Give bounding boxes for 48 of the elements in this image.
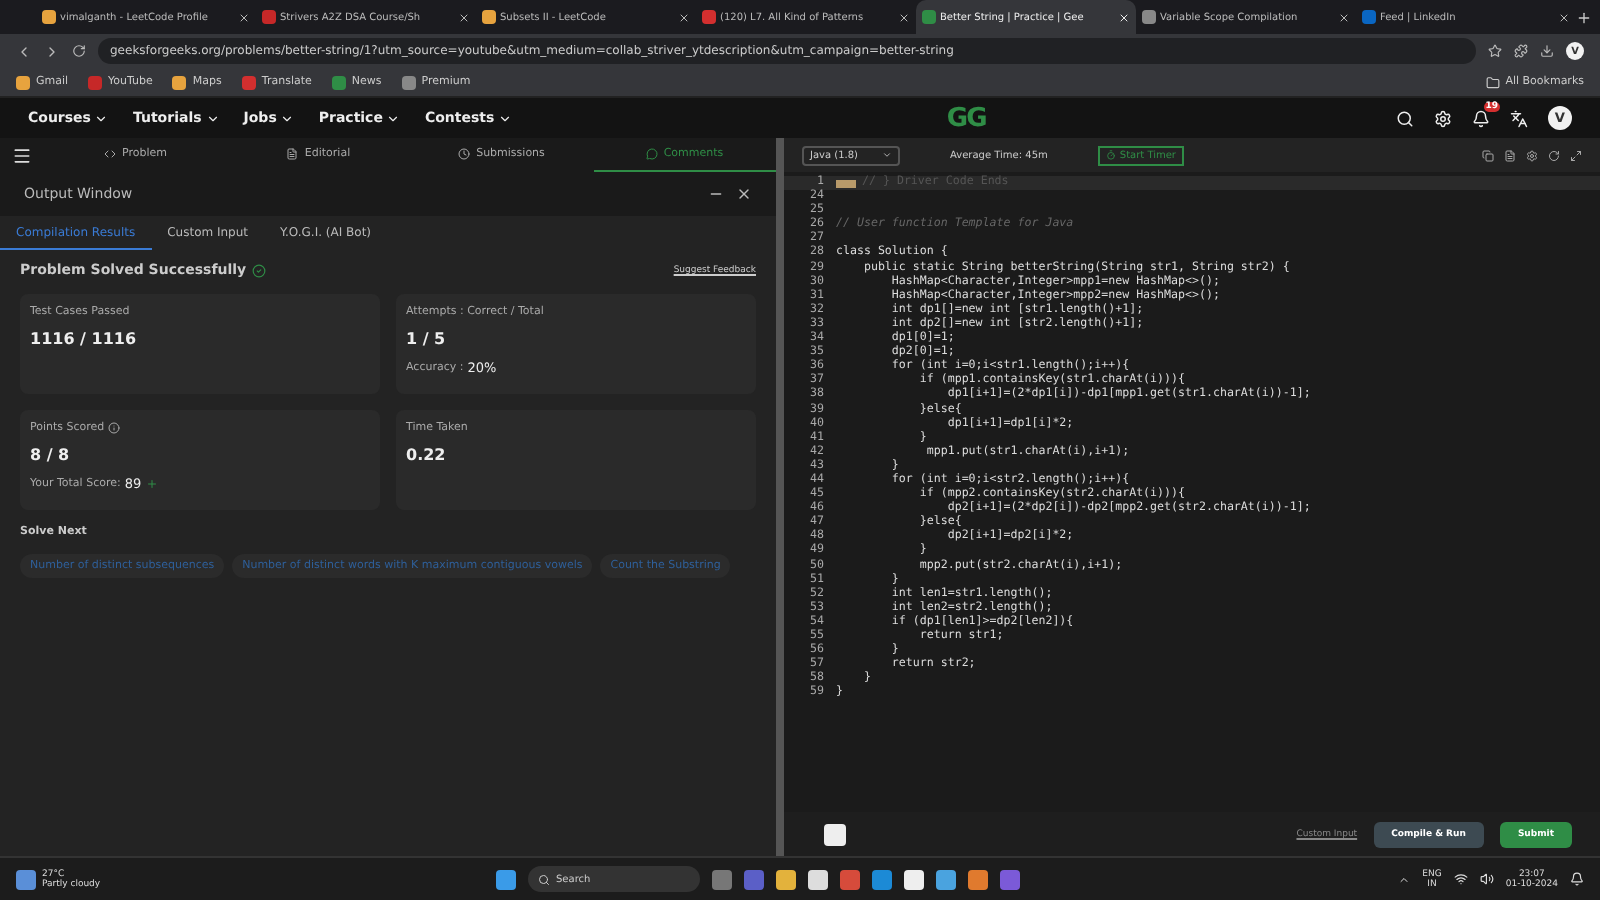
caret-icon: [94, 111, 109, 125]
caret-icon: [205, 111, 220, 125]
check-icon: [252, 263, 267, 277]
close-icon[interactable]: [736, 186, 752, 202]
copy-icon[interactable]: [1482, 149, 1494, 161]
menu-icon[interactable]: [12, 145, 32, 165]
new-tab-icon[interactable]: [1576, 9, 1592, 25]
close-icon[interactable]: [898, 11, 910, 23]
settings-icon[interactable]: [1526, 149, 1538, 161]
folder-icon: [1485, 75, 1500, 89]
bell-icon[interactable]: [1570, 872, 1584, 886]
caret-icon: [882, 150, 893, 160]
close-icon[interactable]: [1558, 11, 1570, 23]
stopwatch-icon: [1105, 150, 1116, 160]
file-icon[interactable]: [1504, 149, 1516, 161]
document-icon: [286, 148, 299, 160]
chat-bubble-icon: [645, 148, 658, 160]
close-icon[interactable]: [238, 11, 250, 23]
square-icon[interactable]: [824, 823, 846, 845]
reset-icon[interactable]: [1548, 149, 1560, 161]
search-icon: [538, 873, 550, 885]
forward-icon[interactable]: [44, 43, 60, 59]
search-icon[interactable]: [1395, 109, 1414, 127]
stat-value: 0.22: [406, 446, 448, 464]
stat-value: 8 / 8: [30, 446, 72, 464]
close-icon[interactable]: [458, 11, 470, 23]
star-icon[interactable]: [1488, 44, 1502, 58]
translate-icon[interactable]: [1509, 109, 1528, 127]
download-icon[interactable]: [1540, 44, 1554, 58]
caret-icon: [386, 111, 401, 125]
close-icon[interactable]: [1338, 11, 1350, 23]
reload-icon[interactable]: [72, 44, 86, 58]
clock-icon: [458, 148, 471, 160]
chevron-icon[interactable]: [1398, 873, 1411, 885]
caret-icon: [280, 111, 295, 125]
puzzle-icon[interactable]: [1514, 44, 1528, 58]
stat-value: 1116 / 1116: [30, 330, 139, 348]
site-logo[interactable]: GG: [946, 103, 986, 133]
gear-icon[interactable]: [1433, 109, 1452, 127]
caret-icon: [498, 111, 513, 125]
code-icon: [104, 148, 116, 160]
fold-marker[interactable]: [836, 179, 856, 188]
stat-value: 1 / 5: [406, 330, 448, 348]
volume-icon[interactable]: [1479, 872, 1494, 886]
bell-icon[interactable]: [1471, 109, 1490, 127]
back-icon[interactable]: [16, 43, 32, 59]
wifi-icon[interactable]: [1453, 872, 1468, 886]
close-icon[interactable]: [678, 11, 690, 23]
